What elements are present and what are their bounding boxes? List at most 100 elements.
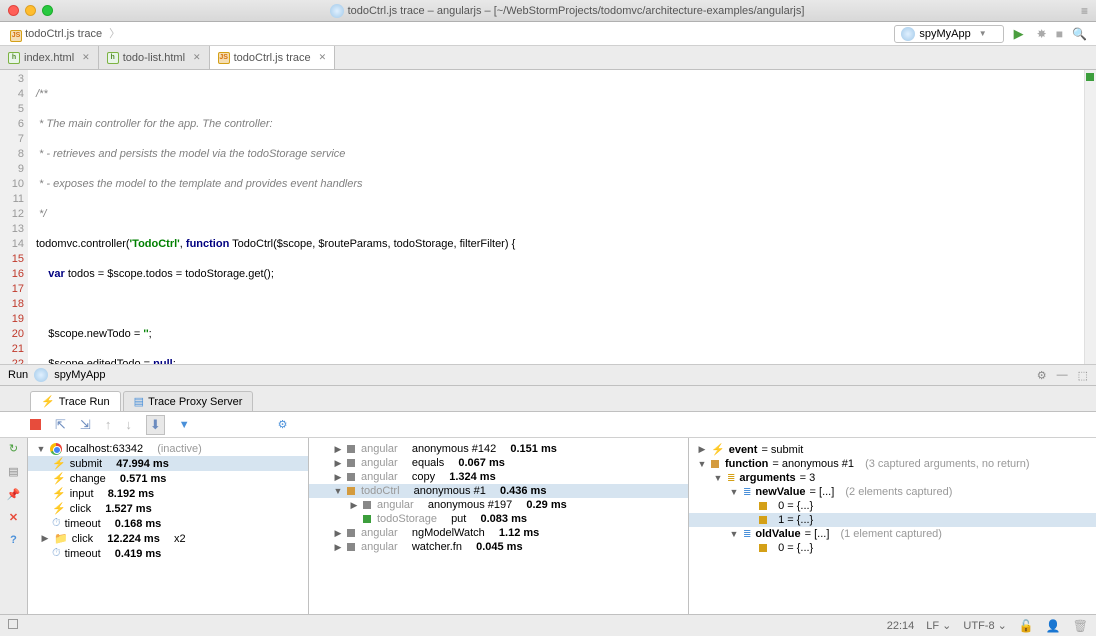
detail-row[interactable]: 0 = {...}: [689, 541, 1096, 555]
array-icon: ≣: [743, 529, 751, 540]
filter-icon[interactable]: ▼: [179, 419, 190, 431]
minimize-tool-icon[interactable]: —: [1057, 369, 1068, 382]
module-icon: [347, 529, 355, 537]
event-row[interactable]: ⏱timeout 0.168 ms: [28, 516, 308, 531]
debug-icon[interactable]: ✸: [1037, 27, 1047, 41]
events-pane[interactable]: ▼localhost:63342 (inactive) ⚡submit 47.9…: [28, 438, 309, 614]
server-icon: ▤: [134, 395, 144, 408]
module-icon: [347, 459, 355, 467]
event-row[interactable]: ▶📁click 12.224 ms x2: [28, 531, 308, 546]
close-window-button[interactable]: [8, 5, 19, 16]
code-area[interactable]: /** * The main controller for the app. T…: [28, 70, 1084, 364]
window-menu-icon[interactable]: ≡: [1081, 4, 1088, 18]
call-row[interactable]: ▶angular watcher.fn 0.045 ms: [309, 540, 688, 554]
lightning-icon: ⚡: [41, 395, 55, 408]
call-row[interactable]: ▶angular ngModelWatch 1.12 ms: [309, 526, 688, 540]
status-indicator-icon[interactable]: [8, 619, 18, 629]
help-icon[interactable]: ?: [10, 534, 17, 546]
close-tab-icon[interactable]: ✕: [319, 52, 327, 63]
gear-icon[interactable]: ⚙: [1037, 369, 1047, 382]
html-file-icon: h: [8, 52, 20, 64]
bolt-icon: ⚡: [711, 443, 725, 456]
clock-icon: ⏱: [52, 517, 61, 530]
event-row[interactable]: ⚡submit 47.994 ms: [28, 456, 308, 471]
error-stripe[interactable]: [1084, 70, 1096, 364]
caret-position[interactable]: 22:14: [887, 620, 915, 632]
event-row[interactable]: ⚡input 8.192 ms: [28, 486, 308, 501]
restore-tool-icon[interactable]: ⬚: [1078, 369, 1088, 382]
expand-icon[interactable]: ⇱: [55, 417, 66, 433]
stop-icon[interactable]: ■: [1056, 27, 1063, 41]
zoom-window-button[interactable]: [42, 5, 53, 16]
trash-icon[interactable]: 🗑: [1073, 619, 1088, 633]
file-encoding[interactable]: UTF-8 ⌄: [963, 619, 1006, 632]
export-icon[interactable]: ⬇: [146, 415, 165, 435]
settings-icon[interactable]: ⚙: [278, 418, 288, 431]
detail-row[interactable]: ▼≣newValue = [...] (2 elements captured): [689, 485, 1096, 499]
lock-icon[interactable]: 🔓: [1019, 619, 1034, 633]
bolt-icon: ⚡: [52, 487, 66, 500]
close-tab-icon[interactable]: ✕: [82, 52, 90, 63]
js-file-icon: JS: [218, 52, 230, 64]
call-row[interactable]: ▶angular copy 1.324 ms: [309, 470, 688, 484]
toolbar-run-icons: ✸ ■ 🔍: [1034, 27, 1090, 41]
event-row[interactable]: ⚡change 0.571 ms: [28, 471, 308, 486]
stop-button[interactable]: [30, 419, 41, 430]
clock-icon: ⏱: [52, 547, 61, 560]
trace-root[interactable]: ▼localhost:63342 (inactive): [28, 442, 308, 456]
line-separator[interactable]: LF ⌄: [926, 619, 951, 632]
calls-pane[interactable]: ▶angular anonymous #142 0.151 ms▶angular…: [309, 438, 689, 614]
pin-icon[interactable]: 📌: [7, 488, 21, 501]
function-icon: [711, 460, 719, 468]
inspector-icon[interactable]: 👤: [1046, 619, 1061, 633]
breadcrumb-item[interactable]: JS todoCtrl.js trace: [6, 23, 128, 44]
line-gutter: 34567891011121314151617181920212223: [0, 70, 28, 364]
run-button[interactable]: ▶: [1014, 26, 1024, 42]
call-row[interactable]: todoStorage put 0.083 ms: [309, 512, 688, 526]
down-icon[interactable]: ↓: [125, 417, 132, 432]
folder-icon: 📁: [54, 532, 68, 545]
window-title: todoCtrl.js trace – angularjs – [~/WebSt…: [59, 4, 1075, 18]
tab-trace-run[interactable]: ⚡Trace Run: [30, 391, 121, 411]
trace-toolbar: ⇱ ⇲ ↑ ↓ ⬇ ▼ ⚙: [0, 412, 1096, 438]
module-icon: [347, 487, 355, 495]
trace-panels: ↻ ▤ 📌 ✕ ? ▼localhost:63342 (inactive) ⚡s…: [0, 438, 1096, 614]
detail-row[interactable]: ▼≣oldValue = [...] (1 element captured): [689, 527, 1096, 541]
detail-row[interactable]: ▶⚡event = submit: [689, 442, 1096, 457]
search-icon[interactable]: 🔍: [1072, 27, 1087, 41]
minimize-window-button[interactable]: [25, 5, 36, 16]
call-row[interactable]: ▼todoCtrl anonymous #1 0.436 ms: [309, 484, 688, 498]
detail-row[interactable]: ▼function = anonymous #1 (3 captured arg…: [689, 457, 1096, 471]
bolt-icon: ⚡: [52, 502, 66, 515]
run-config-select[interactable]: spyMyApp ▼: [894, 25, 1003, 43]
detail-row[interactable]: 0 = {...}: [689, 499, 1096, 513]
close-panel-icon[interactable]: ✕: [9, 511, 18, 524]
tab-trace-proxy[interactable]: ▤Trace Proxy Server: [123, 391, 254, 411]
event-row[interactable]: ⚡click 1.527 ms: [28, 501, 308, 516]
tab-todoctrl-trace[interactable]: JStodoCtrl.js trace✕: [210, 46, 336, 69]
layout-icon[interactable]: ▤: [8, 465, 18, 478]
object-icon: [759, 516, 767, 524]
tab-index-html[interactable]: hindex.html✕: [0, 46, 99, 69]
mac-titlebar: todoCtrl.js trace – angularjs – [~/WebSt…: [0, 0, 1096, 22]
close-tab-icon[interactable]: ✕: [193, 52, 201, 63]
collapse-icon[interactable]: ⇲: [80, 417, 91, 433]
code-editor[interactable]: 34567891011121314151617181920212223 /** …: [0, 70, 1096, 364]
call-row[interactable]: ▶angular anonymous #142 0.151 ms: [309, 442, 688, 456]
rerun-icon[interactable]: ↻: [9, 442, 18, 455]
call-row[interactable]: ▶angular anonymous #197 0.29 ms: [309, 498, 688, 512]
html-file-icon: h: [107, 52, 119, 64]
spy-icon: [901, 27, 915, 41]
detail-row[interactable]: ▼≣arguments = 3: [689, 471, 1096, 485]
call-row[interactable]: ▶angular equals 0.067 ms: [309, 456, 688, 470]
bolt-icon: ⚡: [52, 457, 66, 470]
editor-tabs: hindex.html✕ htodo-list.html✕ JStodoCtrl…: [0, 46, 1096, 70]
array-icon: ≣: [743, 487, 751, 498]
tab-todo-list-html[interactable]: htodo-list.html✕: [99, 46, 210, 69]
up-icon[interactable]: ↑: [105, 417, 112, 432]
details-pane[interactable]: ▶⚡event = submit ▼function = anonymous #…: [689, 438, 1096, 614]
module-icon: [363, 515, 371, 523]
event-row[interactable]: ⏱timeout 0.419 ms: [28, 546, 308, 561]
array-icon: ≣: [727, 473, 735, 484]
detail-row[interactable]: 1 = {...}: [689, 513, 1096, 527]
